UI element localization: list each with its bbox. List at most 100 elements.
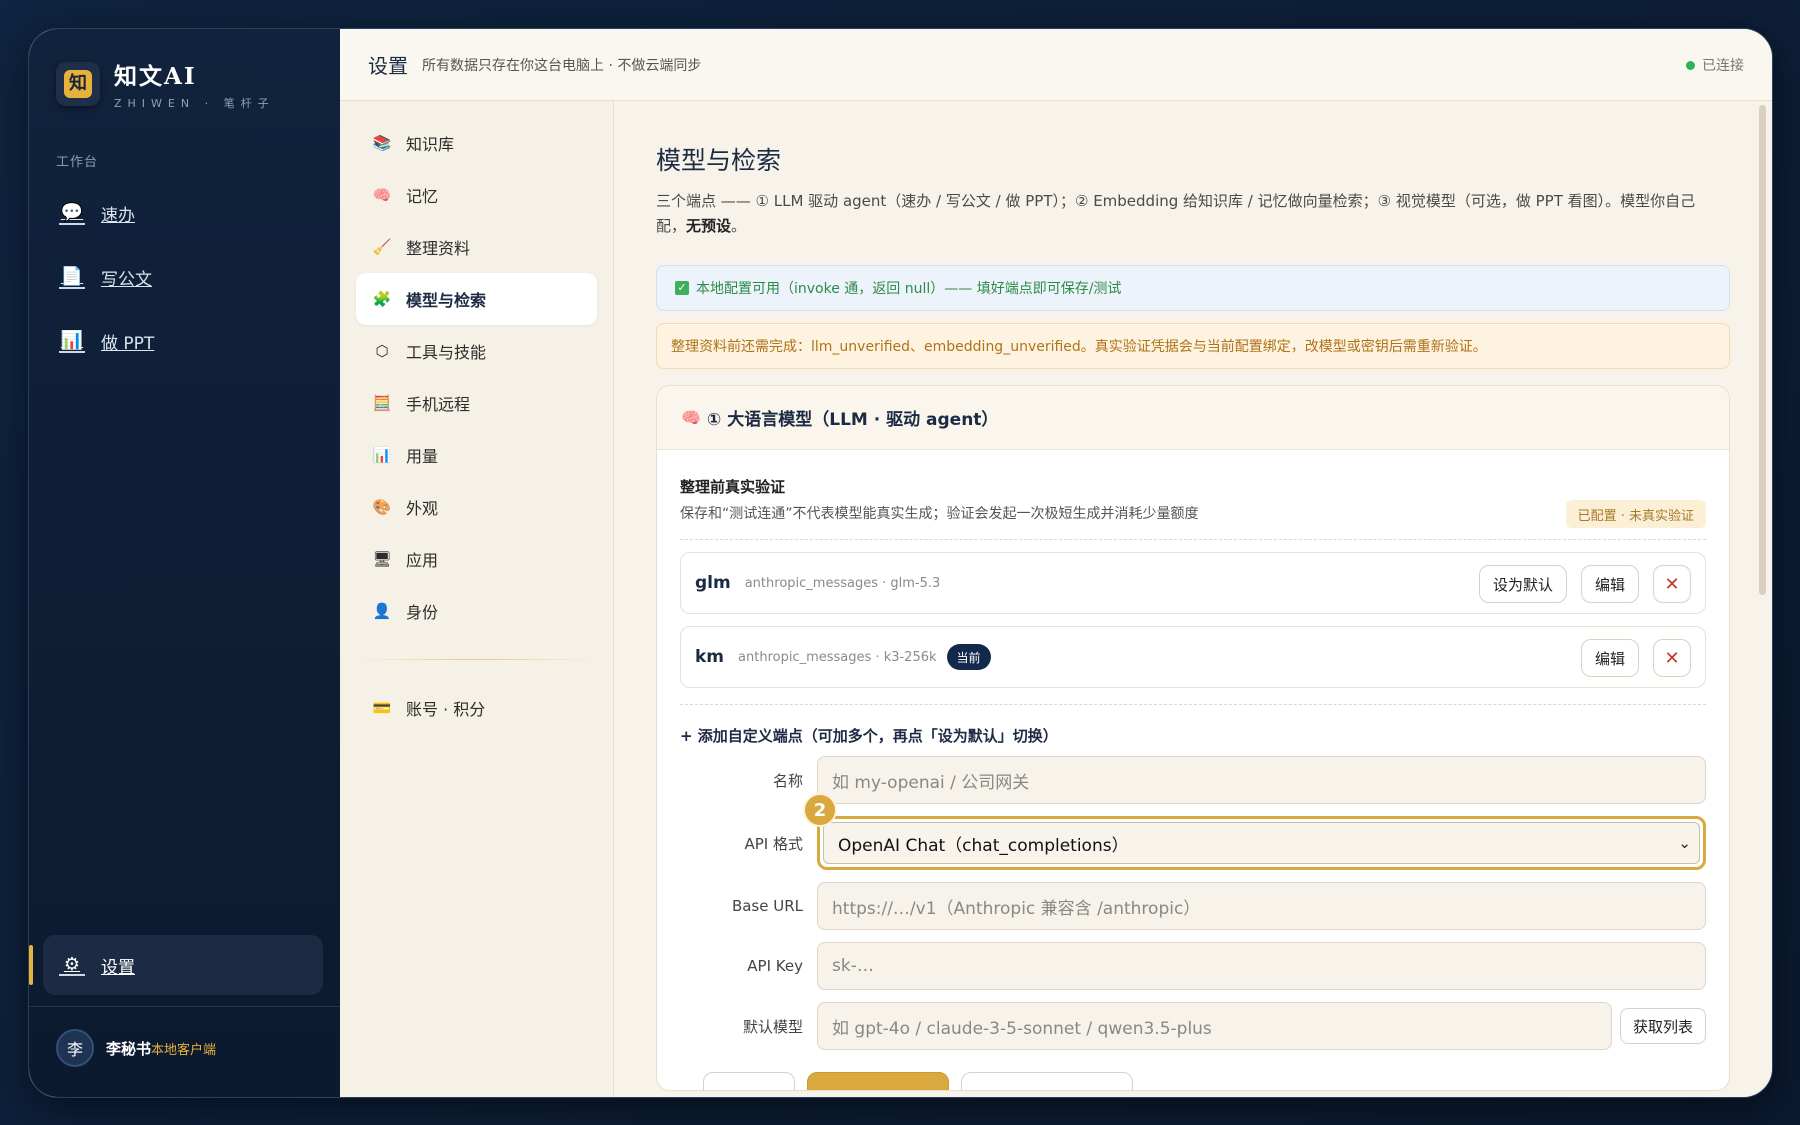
sidebar-item-ppt[interactable]: 📊 做 PPT [59,329,154,354]
gear-icon: ⚙ [59,954,85,976]
sidebar-item-write-doc[interactable]: 📄 写公文 [59,265,152,290]
llm-card: 🧠 ① 大语言模型（LLM · 驱动 agent） 整理前真实验证 保存和“测试… [656,385,1730,1091]
info-banner-warning: 整理资料前还需完成：llm_unverified、embedding_unver… [656,323,1730,369]
broom-icon: 🧹 [372,238,392,256]
section-description: 三个端点 —— ① LLM 驱动 agent（速办 / 写公文 / 做 PPT）… [656,192,1696,235]
sidebar: 知 知文AI ZHIWEN · 笔杆子 工作台 💬 速办 📄 写公文 📊 做 P… [29,29,340,1097]
menu-item-organize[interactable]: 🧹 整理资料 [356,221,597,273]
bar-chart-icon: 📊 [372,446,392,464]
llm-card-header: 🧠 ① 大语言模型（LLM · 驱动 agent） [657,386,1729,450]
divider [680,704,1706,705]
brand: 知 知文AI ZHIWEN · 笔杆子 [56,57,275,111]
endpoint-name: glm [695,573,731,593]
speech-bubble-icon: 💬 [59,202,85,225]
person-icon: 👤 [372,602,392,620]
edit-button[interactable]: 编辑 [1580,565,1639,603]
form-row-api-key: API Key sk-… [680,942,1706,990]
form-row-model: 默认模型 如 gpt-4o / claude-3-5-sonnet / qwen… [680,1002,1706,1050]
hexagon-icon: ⬡ [375,342,389,360]
avatar: 李 [56,1029,94,1067]
menu-item-tools[interactable]: ⬡ 工具与技能 [356,325,597,377]
brand-subtitle: ZHIWEN · 笔杆子 [114,97,275,110]
checkbox-icon: ✓ [675,281,689,295]
verify-subtitle: 保存和“测试连通”不代表模型能真实生成；验证会发起一次极短生成并消耗少量额度 [680,506,1199,522]
sidebar-item-settings[interactable]: ⚙ 设置 [29,935,323,995]
default-model-label: 默认模型 [742,1017,803,1036]
status-dot-icon [1686,60,1695,70]
action-button[interactable] [961,1072,1133,1090]
menu-item-memory[interactable]: 🧠 记忆 [356,169,597,221]
settings-menu: 📚 知识库 🧠 记忆 🧹 整理资料 🧩 模型与检索 ⬡ 工具与技能 🧮 手机远程 📊 用量 🎨… [340,101,614,1097]
sidebar-item-quick[interactable]: 💬 速办 [59,201,135,226]
base-url-input[interactable]: https://…/v1（Anthropic 兼容含 /anthropic） [817,882,1706,930]
sidebar-divider [29,1006,340,1007]
status-badge: 已配置 · 未真实验证 [1565,500,1706,528]
brain-icon: 🧠 [372,186,392,204]
endpoint-name: km [695,647,725,667]
sidebar-item-label: 做 PPT [101,334,155,354]
verify-title: 整理前真实验证 [680,478,786,496]
endpoint-meta: anthropic_messages · glm-5.3 [744,575,941,591]
menu-item-models[interactable]: 🧩 模型与检索 [356,273,597,325]
app-logo: 知 [56,62,100,106]
current-badge: 当前 [946,644,991,670]
api-format-label: API 格式 [744,834,804,853]
name-label: 名称 [772,771,803,790]
menu-item-apps[interactable]: 🖥 应用 [356,533,597,585]
set-default-button[interactable]: 设为默认 [1478,565,1567,603]
api-key-label: API Key [747,957,803,975]
palette-icon: 🎨 [372,498,392,516]
sidebar-item-label: 写公文 [101,270,152,290]
menu-item-appearance[interactable]: 🎨 外观 [356,481,597,533]
user-profile[interactable]: 李 李秘书本地客户端 [56,1029,216,1067]
app-window: 知 知文AI ZHIWEN · 笔杆子 工作台 💬 速办 📄 写公文 📊 做 P… [28,28,1773,1098]
document-icon: 📄 [59,266,85,289]
user-tag: 本地客户端 [151,1042,217,1058]
page-subtitle: 所有数据只存在你这台电脑上 · 不做云端同步 [422,57,702,74]
close-icon[interactable]: ✕ [1653,565,1691,603]
add-endpoint-link[interactable]: + 添加自定义端点（可加多个，再点「设为默认」切换） [680,725,1706,746]
form-row-api: API 格式 2 OpenAI Chat（chat_completions） ⌄ [680,793,1706,870]
section-title: 模型与检索 [656,146,782,175]
primary-action-button[interactable] [807,1072,949,1090]
base-url-label: Base URL [731,897,803,915]
endpoint-meta: anthropic_messages · k3-256k [738,649,937,665]
divider [680,539,1706,540]
calculator-icon: 🧮 [372,394,392,412]
menu-divider [356,659,597,660]
form-row-name: 名称 如 my-openai / 公司网关 [680,756,1706,804]
menu-item-mobile[interactable]: 🧮 手机远程 [356,377,597,429]
user-name: 李秘书本地客户端 [106,1039,217,1058]
books-icon: 📚 [372,134,392,152]
fetch-list-button[interactable]: 获取列表 [1619,1008,1706,1044]
main-area: 设置 所有数据只存在你这台电脑上 · 不做云端同步 已连接 📚 知识库 🧠 记忆 🧹… [340,29,1772,1097]
menu-item-knowledge[interactable]: 📚 知识库 [356,117,597,169]
name-input[interactable]: 如 my-openai / 公司网关 [817,756,1706,804]
sidebar-item-label: 设置 [101,957,135,978]
endpoint-row: glm anthropic_messages · glm-5.3 设为默认 编辑… [680,552,1706,614]
api-key-input[interactable]: sk-… [817,942,1706,990]
chevron-down-icon: ⌄ [1678,834,1691,852]
step-badge: 2 [803,793,837,827]
bar-chart-icon: 📊 [59,330,85,353]
menu-item-identity[interactable]: 👤 身份 [356,585,597,637]
form-row-base-url: Base URL https://…/v1（Anthropic 兼容含 /ant… [680,882,1706,930]
brand-name: 知文AI [114,63,197,90]
menu-item-usage[interactable]: 📊 用量 [356,429,597,481]
scrollbar[interactable] [1759,105,1766,595]
endpoint-row: km anthropic_messages · k3-256k 当前 编辑 ✕ [680,626,1706,688]
topbar: 设置 所有数据只存在你这台电脑上 · 不做云端同步 已连接 [340,29,1772,101]
logo-glyph: 知 [64,70,92,98]
page-title: 设置 [368,54,408,78]
sidebar-item-label: 速办 [101,206,135,226]
menu-item-account[interactable]: 💳 账号 · 积分 [356,682,597,734]
api-format-select[interactable]: OpenAI Chat（chat_completions） ⌄ [823,822,1700,864]
close-icon[interactable]: ✕ [1653,639,1691,677]
brain-icon: 🧠 [681,408,701,427]
action-button[interactable] [703,1072,795,1090]
connection-status: 已连接 [1686,55,1744,75]
monitor-icon: 🖥 [372,550,392,568]
content-panel: 模型与检索 三个端点 —— ① LLM 驱动 agent（速办 / 写公文 / … [614,101,1772,1097]
default-model-input[interactable]: 如 gpt-4o / claude-3-5-sonnet / qwen3.5-p… [817,1002,1612,1050]
edit-button[interactable]: 编辑 [1580,639,1639,677]
